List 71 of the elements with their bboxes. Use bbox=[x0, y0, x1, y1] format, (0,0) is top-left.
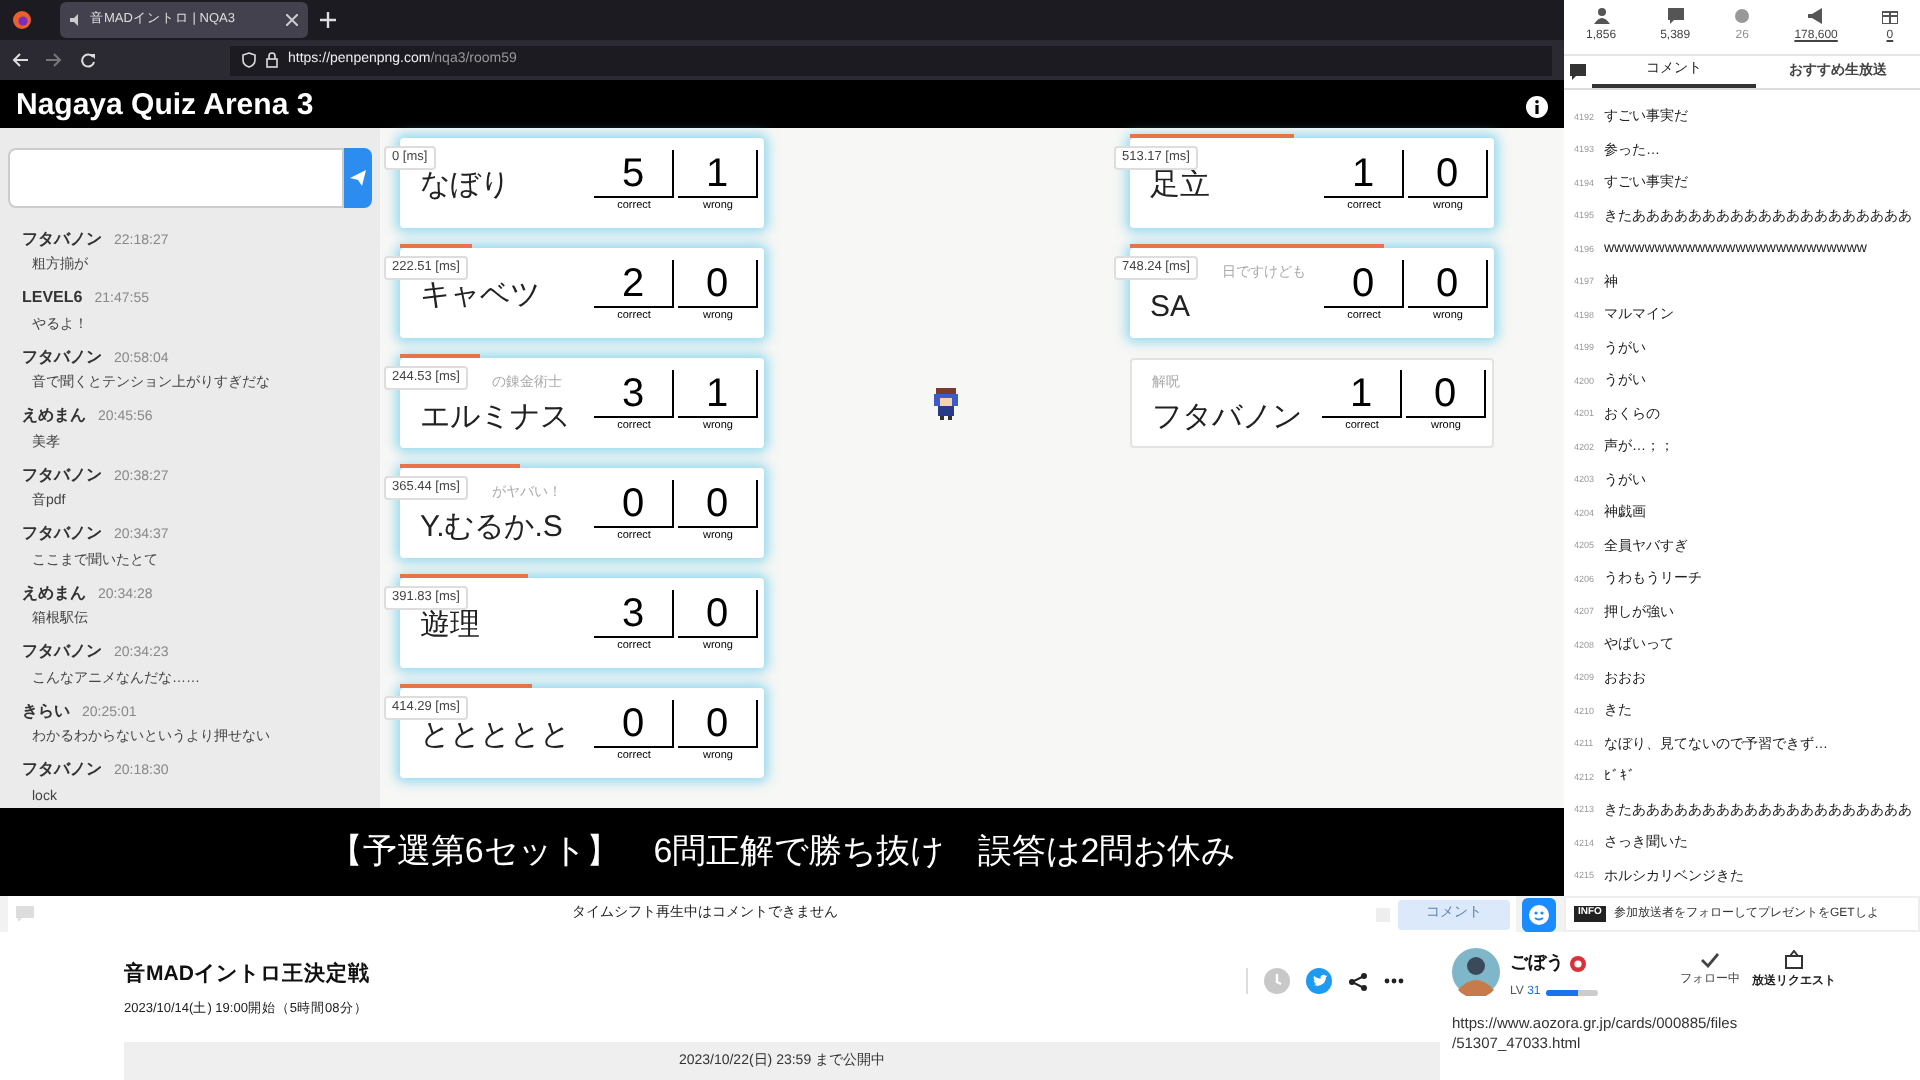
shield-icon bbox=[242, 52, 256, 68]
chat-input-field[interactable] bbox=[8, 148, 344, 207]
chat-author: えめまん bbox=[22, 404, 86, 428]
browser-logo-icon bbox=[12, 10, 32, 30]
score-wrong: 0 bbox=[678, 480, 758, 529]
site-title: Nagaya Quiz Arena 3 bbox=[16, 85, 314, 126]
score-correct: 3 bbox=[594, 370, 674, 419]
send-button[interactable] bbox=[344, 148, 372, 207]
score-wrong: 0 bbox=[678, 700, 758, 749]
chat-author: えめまん bbox=[22, 581, 86, 605]
comment-icon bbox=[16, 906, 34, 922]
score-correct: 5 bbox=[594, 150, 674, 199]
bird-icon[interactable] bbox=[1306, 968, 1332, 994]
character-drawing bbox=[931, 388, 959, 420]
score-wrong: 0 bbox=[678, 260, 758, 309]
score-wrong: 0 bbox=[1408, 150, 1488, 199]
more-icon[interactable] bbox=[1384, 978, 1404, 984]
program-title: 音MADイントロ王決定戦 bbox=[124, 960, 372, 990]
comment-icon bbox=[1570, 64, 1586, 80]
chat-author: フタバノン bbox=[22, 522, 102, 546]
score-wrong: 1 bbox=[678, 150, 758, 199]
score-wrong: 0 bbox=[678, 590, 758, 639]
score-wrong: 0 bbox=[1406, 370, 1486, 419]
speaker-icon bbox=[70, 14, 82, 26]
lock-icon bbox=[266, 52, 278, 68]
score-correct: 3 bbox=[594, 590, 674, 639]
close-icon[interactable] bbox=[286, 14, 298, 26]
dot-icon bbox=[1734, 8, 1751, 24]
emoji-button[interactable] bbox=[1522, 897, 1556, 931]
chat-author: フタバノン bbox=[22, 640, 102, 664]
new-tab-icon[interactable] bbox=[320, 12, 336, 28]
megaphone-icon bbox=[1808, 8, 1825, 24]
chat-author: フタバノン bbox=[22, 463, 102, 487]
player-name: Y.むるか.S bbox=[420, 507, 563, 547]
score-correct: 2 bbox=[594, 260, 674, 309]
player-name: なぼり bbox=[420, 166, 510, 207]
reload-icon[interactable] bbox=[80, 52, 96, 68]
chat-author: フタバノン bbox=[22, 345, 102, 369]
score-wrong: 1 bbox=[678, 370, 758, 419]
avatar-icon[interactable] bbox=[1452, 948, 1500, 996]
player-name: 遊理 bbox=[420, 606, 480, 647]
forward-icon[interactable] bbox=[46, 52, 62, 68]
player-name: キャベツ bbox=[420, 276, 540, 317]
score-correct: 0 bbox=[1324, 260, 1404, 309]
badge-icon bbox=[1570, 955, 1586, 972]
smile-icon bbox=[1528, 903, 1550, 925]
player-name: SA bbox=[1150, 287, 1191, 327]
score-wrong: 0 bbox=[1408, 260, 1488, 309]
back-icon[interactable] bbox=[12, 52, 28, 68]
broadcaster-name[interactable]: ごぼう bbox=[1510, 950, 1564, 977]
player-name: エルミナス bbox=[420, 397, 570, 437]
broadcast-icon bbox=[1784, 950, 1804, 970]
chat-author: LEVEL6 bbox=[22, 286, 83, 310]
info-icon[interactable] bbox=[1526, 95, 1548, 117]
chat-author: フタバノン bbox=[22, 758, 102, 782]
chat-author: フタバノン bbox=[22, 227, 102, 251]
caption-text: 【予選第6セット】 6問正解で勝ち抜け 誤答は2問お休み bbox=[328, 830, 1236, 875]
share-icon[interactable] bbox=[1348, 971, 1368, 991]
person-icon bbox=[1593, 8, 1610, 24]
comment-icon bbox=[1667, 8, 1684, 24]
score-correct: 1 bbox=[1322, 370, 1402, 419]
check-icon bbox=[1700, 952, 1720, 968]
send-icon bbox=[350, 169, 366, 186]
player-name: フタバノン bbox=[1152, 397, 1302, 437]
player-name: ととととと bbox=[420, 716, 570, 757]
score-correct: 0 bbox=[594, 700, 674, 749]
score-correct: 0 bbox=[594, 480, 674, 529]
player-name: 足立 bbox=[1150, 166, 1210, 207]
chat-author: きらい bbox=[22, 699, 70, 723]
gift-icon bbox=[1881, 8, 1898, 24]
score-correct: 1 bbox=[1324, 150, 1404, 199]
